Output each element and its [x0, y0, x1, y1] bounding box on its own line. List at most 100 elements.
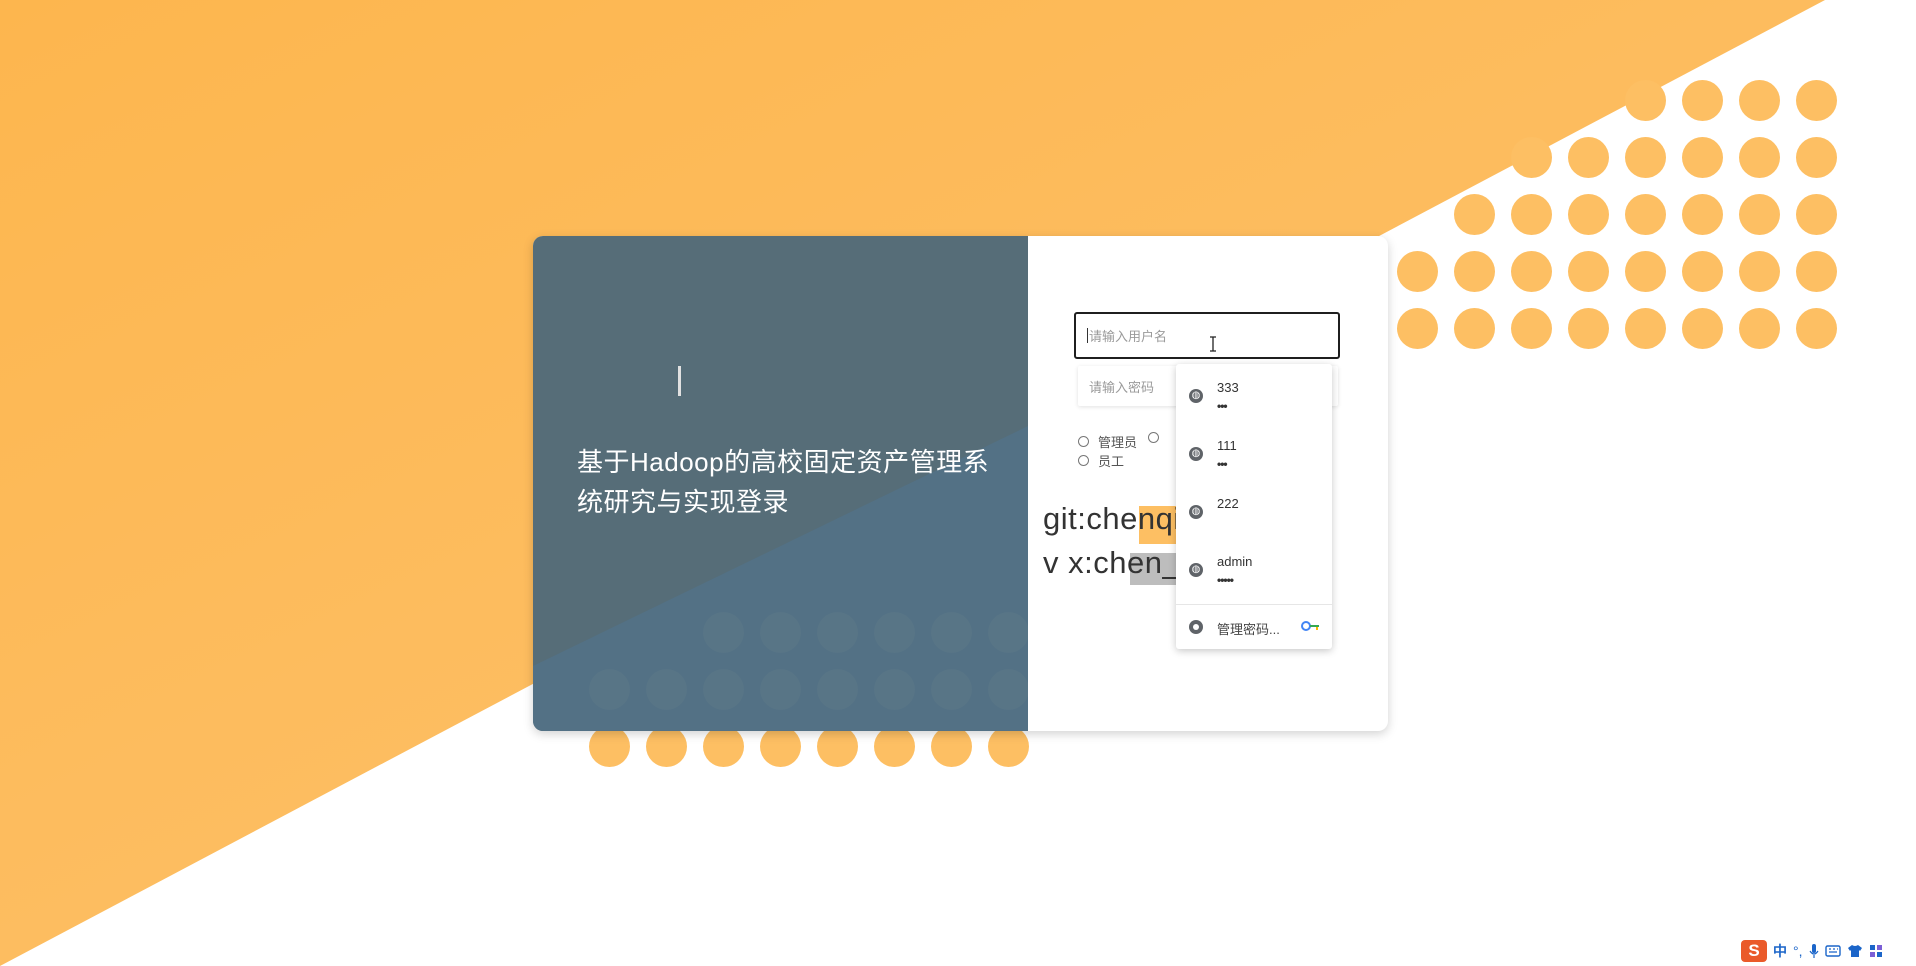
dot — [589, 669, 630, 710]
dot — [1511, 308, 1552, 349]
role-label-staff: 员工 — [1098, 454, 1125, 469]
dot — [1739, 251, 1780, 292]
username-placeholder: 请输入用户名 — [1089, 329, 1168, 344]
role-label-admin: 管理员 — [1098, 435, 1138, 450]
dot — [1397, 308, 1438, 349]
dot — [1511, 137, 1552, 178]
dot — [1511, 251, 1552, 292]
autofill-entry[interactable]: ◍ admin ••••• — [1176, 540, 1332, 592]
autofill-entry[interactable]: ◍ 222 — [1176, 482, 1332, 534]
ime-language-toggle[interactable]: 中 — [1773, 941, 1787, 961]
dot — [1454, 251, 1495, 292]
dot — [1739, 194, 1780, 235]
autofill-password-mask: ••••• — [1217, 573, 1234, 587]
role-radio-hidden[interactable] — [1148, 432, 1168, 443]
keyboard-icon[interactable] — [1824, 944, 1841, 958]
globe-icon: ◍ — [1189, 389, 1203, 403]
dot — [1682, 251, 1723, 292]
dot — [589, 612, 630, 653]
dot — [646, 726, 687, 767]
dot — [1454, 194, 1495, 235]
dot — [1625, 194, 1666, 235]
globe-icon: ◍ — [1189, 447, 1203, 461]
dot — [703, 726, 744, 767]
dot — [703, 612, 744, 653]
radio-circle[interactable] — [1148, 432, 1159, 443]
globe-icon: ◍ — [1189, 563, 1203, 577]
dot — [1568, 308, 1609, 349]
dot — [760, 612, 801, 653]
radio-circle[interactable] — [1078, 436, 1089, 447]
dot — [1796, 137, 1837, 178]
key-icon — [1301, 621, 1319, 631]
dot — [760, 726, 801, 767]
text-caret — [1087, 328, 1088, 343]
dot — [1568, 137, 1609, 178]
role-radio-staff[interactable]: 员工 — [1078, 451, 1124, 470]
dot — [874, 726, 915, 767]
dot — [988, 669, 1028, 710]
manage-passwords-label: 管理密码... — [1217, 622, 1280, 637]
autofill-username: 111 — [1217, 438, 1237, 453]
dot — [1568, 251, 1609, 292]
banner-dots — [589, 612, 1028, 710]
dot — [817, 669, 858, 710]
autofill-username: 333 — [1217, 380, 1239, 395]
autofill-password-mask: ••• — [1217, 399, 1228, 413]
dot — [1796, 194, 1837, 235]
dot — [817, 612, 858, 653]
dot — [1511, 194, 1552, 235]
dot — [646, 612, 687, 653]
manage-passwords-item[interactable]: 管理密码... — [1176, 605, 1332, 649]
autofill-entry[interactable]: ◍ 333 ••• — [1176, 366, 1332, 418]
decorative-dots-top — [1397, 80, 1837, 349]
autofill-password-mask: ••• — [1217, 457, 1228, 471]
dot — [1625, 251, 1666, 292]
dot — [1625, 308, 1666, 349]
autofill-username: admin — [1217, 554, 1253, 569]
dot — [1796, 80, 1837, 121]
dot — [931, 726, 972, 767]
dot — [1682, 80, 1723, 121]
skin-shirt-icon[interactable] — [1847, 944, 1863, 958]
dot — [1796, 251, 1837, 292]
role-radio-admin[interactable]: 管理员 — [1078, 432, 1137, 451]
ime-toolbar[interactable]: S 中 °, — [1741, 940, 1883, 962]
dot — [1739, 308, 1780, 349]
sogou-logo-icon[interactable]: S — [1741, 940, 1767, 962]
dot — [1682, 194, 1723, 235]
dot — [1454, 308, 1495, 349]
dot — [874, 669, 915, 710]
dot — [760, 669, 801, 710]
ime-punctuation-toggle[interactable]: °, — [1793, 943, 1803, 959]
page-title: 基于Hadoop的高校固定资产管理系统研究与实现登录 — [577, 447, 990, 517]
dot — [646, 669, 687, 710]
dot — [1397, 251, 1438, 292]
autofill-entry[interactable]: ◍ 111 ••• — [1176, 424, 1332, 476]
dot — [703, 669, 744, 710]
dot — [988, 726, 1029, 767]
dot — [1682, 308, 1723, 349]
microphone-icon[interactable] — [1809, 943, 1819, 959]
chrome-icon — [1189, 620, 1203, 634]
toolbox-grid-icon[interactable] — [1869, 944, 1883, 958]
autofill-username: 222 — [1217, 496, 1239, 511]
radio-circle[interactable] — [1078, 455, 1089, 466]
dot — [589, 726, 630, 767]
dot — [1568, 194, 1609, 235]
dot — [1796, 308, 1837, 349]
dot — [817, 726, 858, 767]
dot — [1682, 137, 1723, 178]
globe-icon: ◍ — [1189, 505, 1203, 519]
login-button-edge[interactable] — [678, 366, 681, 396]
dot — [931, 612, 972, 653]
dot — [931, 669, 972, 710]
username-input[interactable]: 请输入用户名 — [1074, 312, 1340, 359]
dot — [1625, 137, 1666, 178]
password-placeholder: 请输入密码 — [1089, 379, 1155, 395]
dot — [874, 612, 915, 653]
login-card-banner: 基于Hadoop的高校固定资产管理系统研究与实现登录 — [533, 236, 1028, 731]
dot — [1739, 137, 1780, 178]
password-autofill-dropdown: ◍ 333 ••• ◍ 111 ••• ◍ 222 ◍ admin ••••• … — [1176, 364, 1332, 649]
dot — [1739, 80, 1780, 121]
